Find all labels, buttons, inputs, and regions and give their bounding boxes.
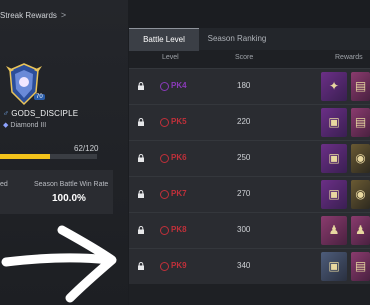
reward-card-icon: ▤ — [354, 259, 367, 273]
rewards-column-header: Rewards — [335, 54, 363, 61]
player-name-text: GODS_DISCIPLE — [11, 109, 79, 118]
pk-level-icon — [160, 190, 169, 199]
pk-level-icon — [160, 154, 169, 163]
lock-icon — [138, 154, 144, 162]
level-label: PK4 — [171, 81, 187, 90]
lock-icon — [138, 226, 144, 234]
reward-outfit-icon: ♟ — [328, 223, 340, 237]
reward-item-icon[interactable]: ▣ — [321, 144, 347, 173]
score-value: 300 — [237, 225, 251, 234]
reward-outfit-icon: ♟ — [355, 223, 366, 237]
lock-icon — [138, 82, 144, 90]
table-row[interactable]: PK4 180 ✦ ▤ — [129, 68, 370, 104]
battle-level-panel: Battle Level Season Ranking Level Score … — [129, 28, 370, 305]
pk-level-icon — [160, 82, 169, 91]
level-column-header: Level — [162, 54, 179, 61]
tab-season-ranking[interactable]: Season Ranking — [199, 28, 275, 50]
reward-box-icon: ▣ — [328, 151, 340, 165]
pk-level-icon — [160, 262, 169, 271]
tier-text: Diamond III — [10, 122, 47, 129]
pk-level-icon — [160, 118, 169, 127]
reward-item-icon[interactable]: ▤ — [351, 72, 370, 101]
level-label: PK8 — [171, 225, 187, 234]
progress-bar-fill — [0, 154, 51, 159]
player-name: ♂ GODS_DISCIPLE — [3, 109, 78, 118]
rank-number: 70 — [34, 94, 45, 100]
score-value: 270 — [237, 189, 251, 198]
score-value: 220 — [237, 117, 251, 126]
tab-battle-level[interactable]: Battle Level — [129, 28, 199, 51]
reward-item-icon[interactable]: ♟ — [321, 216, 347, 245]
level-label: PK5 — [171, 117, 187, 126]
reward-item-icon[interactable]: ♟ — [351, 216, 370, 245]
tab-bar: Battle Level Season Ranking — [129, 28, 370, 51]
chevron-right-icon: > — [60, 10, 67, 20]
progress-bar — [0, 154, 97, 159]
win-rate-value: 100.0% — [52, 193, 86, 204]
reward-item-icon[interactable]: ▣ — [321, 180, 347, 209]
streak-rewards-link[interactable]: Streak Rewards > — [0, 10, 66, 20]
reward-item-icon[interactable]: ▤ — [351, 252, 370, 281]
reward-item-icon[interactable]: ▤ — [351, 108, 370, 137]
table-row[interactable]: PK7 270 ▣ ◉ — [129, 176, 370, 212]
reward-card-icon: ▤ — [354, 115, 367, 129]
diamond-tier-icon: ◆ — [3, 122, 9, 129]
lock-icon — [138, 118, 144, 126]
stat-left-label: ed — [0, 181, 8, 188]
table-row[interactable]: PK9 340 ▣ ▤ — [129, 248, 370, 284]
progress-text: 62/120 — [74, 144, 99, 153]
reward-item-icon[interactable]: ▣ — [321, 252, 347, 281]
streak-rewards-label: Streak Rewards — [0, 11, 57, 20]
reward-item-icon[interactable]: ◉ — [351, 144, 370, 173]
lock-icon — [138, 262, 144, 270]
player-tier: ◆ Diamond III — [3, 121, 46, 129]
score-value: 180 — [237, 81, 251, 90]
arrow-annotation-icon — [1, 225, 117, 303]
table-header: Level Score Rewards — [129, 54, 370, 66]
reward-item-icon[interactable]: ✦ — [321, 72, 347, 101]
reward-coin-icon: ◉ — [355, 187, 366, 201]
reward-item-icon[interactable]: ▣ — [321, 108, 347, 137]
lock-icon — [138, 190, 144, 198]
table-row[interactable]: PK6 250 ▣ ◉ — [129, 140, 370, 176]
level-label: PK7 — [171, 189, 187, 198]
score-value: 250 — [237, 153, 251, 162]
stats-box — [0, 170, 113, 214]
pk-level-icon — [160, 226, 169, 235]
score-column-header: Score — [235, 54, 254, 61]
reward-card-icon: ▤ — [354, 79, 367, 93]
reward-item-icon[interactable]: ◉ — [351, 180, 370, 209]
level-label: PK9 — [171, 261, 187, 270]
reward-box-icon: ▣ — [328, 187, 340, 201]
reward-coin-icon: ◉ — [355, 151, 366, 165]
table-row[interactable]: PK5 220 ▣ ▤ — [129, 104, 370, 140]
win-rate-label: Season Battle Win Rate — [34, 181, 109, 188]
male-gender-icon: ♂ — [3, 109, 10, 118]
score-value: 340 — [237, 261, 251, 270]
level-label: PK6 — [171, 153, 187, 162]
reward-box-icon: ▣ — [328, 259, 340, 273]
table-row[interactable]: PK8 300 ♟ ♟ — [129, 212, 370, 248]
reward-badge-icon: ✦ — [328, 79, 340, 93]
reward-box-icon: ▣ — [328, 115, 340, 129]
